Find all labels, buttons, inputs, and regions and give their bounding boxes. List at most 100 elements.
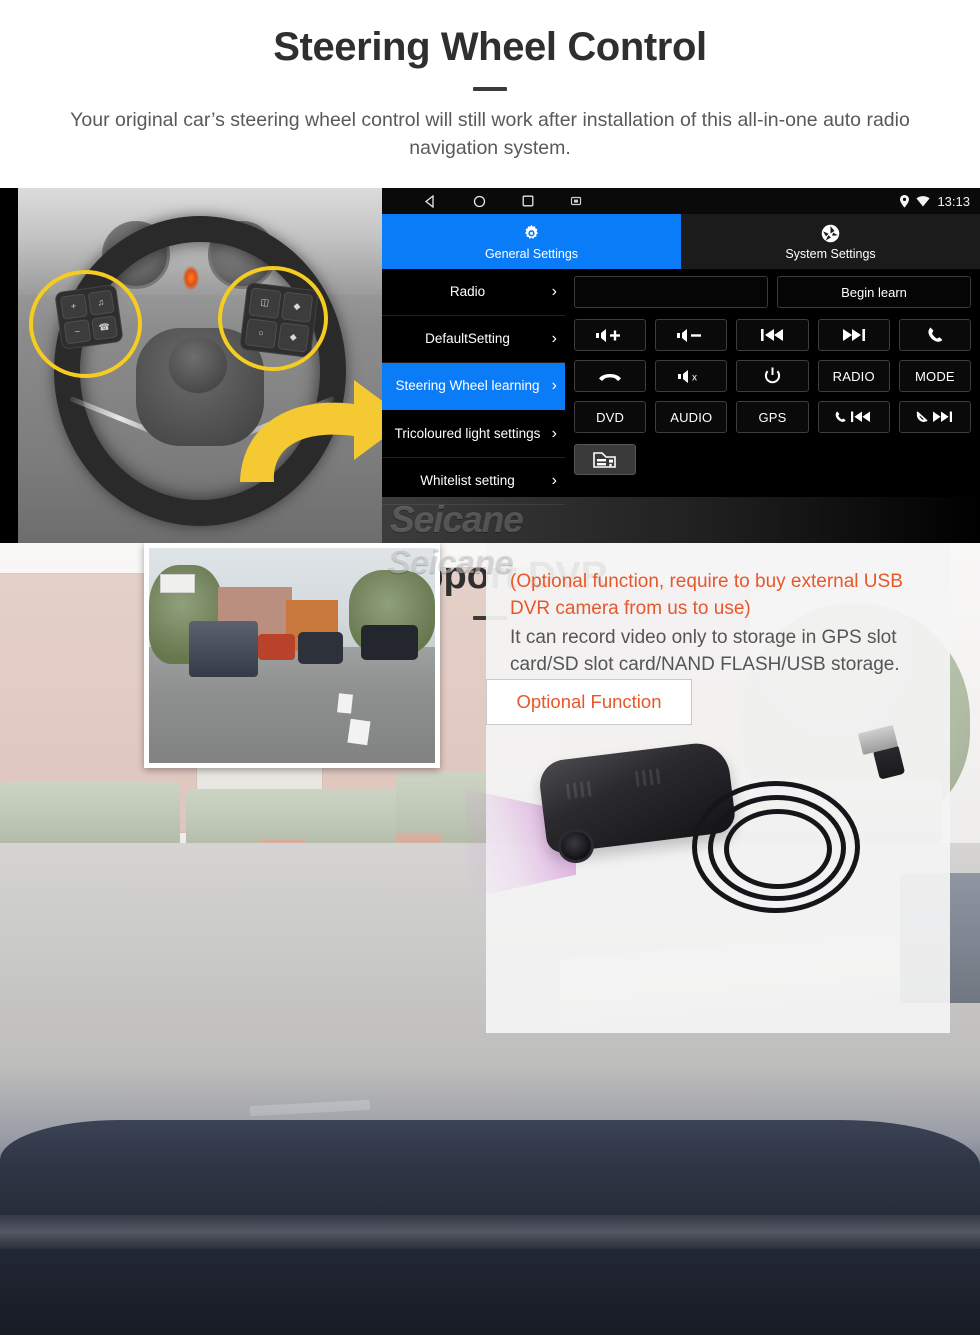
tab-system-settings[interactable]: System Settings (681, 214, 980, 269)
inset-road-sign (160, 573, 195, 594)
home-circle-icon[interactable] (473, 195, 486, 208)
menu-item-steering-wheel-learning[interactable]: Steering Wheel learning › (382, 363, 565, 410)
volume-mute-button[interactable]: x (655, 360, 728, 392)
title-divider (473, 87, 507, 91)
svg-text:x: x (692, 372, 697, 383)
location-pin-icon (900, 194, 910, 208)
learn-controls-row: Begin learn (574, 276, 971, 308)
camera-vent (648, 769, 654, 786)
camera-vent (641, 769, 647, 787)
chevron-right-icon: › (551, 282, 557, 300)
camera-vent (572, 782, 578, 799)
phone-hangup-button[interactable] (574, 360, 647, 392)
product-feature-page: Steering Wheel Control Your original car… (0, 0, 980, 1335)
function-button-grid: x RADIO MODE DVD AUDIO GPS (574, 319, 971, 433)
chevron-right-icon: › (551, 471, 557, 489)
phone-previous-button[interactable] (817, 401, 890, 433)
menu-item-label: Radio (449, 284, 486, 300)
camera-vent (634, 770, 640, 787)
volume-down-button[interactable] (655, 319, 728, 351)
android-status-bar: 13:13 (382, 188, 980, 214)
inset-suv (189, 621, 258, 677)
wifi-icon (916, 195, 931, 206)
phone-previous-icon (835, 411, 870, 422)
steering-wheel-photo: + ♫ – ☎ ◫ ◆ ○ ◆ (18, 188, 382, 543)
inset-black-car (360, 625, 418, 660)
android-head-unit-screen: 13:13 General Settings System Settings R… (382, 188, 980, 543)
menu-item-default-setting[interactable]: DefaultSetting › (382, 316, 565, 363)
previous-track-button[interactable] (736, 319, 809, 351)
tab-general-settings[interactable]: General Settings (382, 214, 681, 269)
page-title: Steering Wheel Control (273, 25, 707, 69)
chevron-right-icon: › (551, 424, 557, 442)
camera-vent (579, 781, 585, 798)
back-triangle-icon[interactable] (424, 194, 437, 208)
mode-button[interactable]: MODE (898, 360, 971, 392)
camera-vent (655, 768, 661, 785)
inset-dark-car (297, 631, 344, 665)
chevron-right-icon: › (551, 329, 557, 347)
camera-vent (565, 783, 571, 800)
gps-button[interactable]: GPS (736, 401, 809, 433)
menu-item-label: Steering Wheel learning (395, 378, 540, 394)
inset-red-car (257, 634, 295, 660)
highlight-circle-right (218, 266, 328, 371)
dvr-info-card: (Optional function, require to buy exter… (466, 543, 950, 1033)
highlight-circle-left (29, 270, 142, 378)
pinwheel-icon (821, 224, 840, 242)
audio-button[interactable]: AUDIO (655, 401, 728, 433)
navigation-bar (382, 194, 582, 208)
screenshot-icon[interactable] (570, 195, 582, 207)
status-indicators: 13:13 (900, 188, 970, 214)
steering-learning-pad: Begin learn x RADIO MODE DVD AUDIO GPS (565, 269, 980, 543)
volume-mute-icon: x (678, 369, 697, 383)
tab-system-settings-label: System Settings (785, 246, 876, 261)
yellow-arrow-icon (240, 380, 382, 482)
phone-hangup-icon (599, 374, 622, 381)
settings-menu-list: Radio › DefaultSetting › Steering Wheel … (382, 269, 565, 543)
volume-up-button[interactable] (574, 319, 647, 351)
airbag-emblem (168, 336, 228, 394)
menu-item-label: Tricoloured light settings (394, 425, 541, 441)
inset-lane-dash-1 (336, 693, 354, 715)
dvd-button[interactable]: DVD (574, 401, 647, 433)
clock-time: 13:13 (937, 193, 970, 209)
tab-general-settings-label: General Settings (484, 246, 579, 261)
learn-status-field[interactable] (574, 276, 768, 308)
volume-up-icon (596, 328, 621, 342)
next-track-button[interactable] (817, 319, 890, 351)
phone-reject-next-button[interactable] (898, 401, 971, 433)
radio-button[interactable]: RADIO (817, 360, 890, 392)
gear-icon (525, 224, 538, 239)
phone-answer-button[interactable] (898, 319, 971, 351)
recents-square-icon[interactable] (522, 195, 534, 207)
section-subtitle: Your original car’s steering wheel contr… (70, 109, 910, 159)
settings-tabs: General Settings System Settings (382, 214, 980, 269)
car-settings-button[interactable] (574, 444, 636, 475)
phone-answer-icon (928, 327, 943, 342)
power-button[interactable] (736, 360, 809, 392)
inset-lane-dash-2 (347, 718, 371, 745)
previous-track-icon (761, 329, 784, 341)
menu-item-tricoloured-light-settings[interactable]: Tricoloured light settings › (382, 410, 565, 458)
dashboard-sheen (0, 1215, 980, 1249)
next-track-icon (842, 329, 865, 341)
phone-reject-next-icon (916, 411, 952, 423)
settings-content: Radio › DefaultSetting › Steering Wheel … (382, 269, 980, 543)
volume-down-icon (677, 328, 702, 342)
dashcam-preview-inset (144, 543, 440, 768)
chevron-right-icon: › (551, 376, 557, 394)
power-icon (764, 367, 781, 384)
menu-item-whitelist-setting[interactable]: Whitelist setting › (382, 458, 565, 505)
dvr-storage-note: It can record video only to storage in G… (510, 626, 900, 675)
dvr-info-text: (Optional function, require to buy exter… (486, 543, 950, 679)
menu-item-radio[interactable]: Radio › (382, 269, 565, 316)
optional-function-button[interactable]: Optional Function (486, 678, 692, 725)
steering-section-header: Steering Wheel Control Your original car… (0, 0, 980, 188)
dvr-optional-note: (Optional function, require to buy exter… (510, 571, 903, 619)
menu-item-label: DefaultSetting (425, 331, 510, 347)
camera-vent (586, 780, 592, 797)
usb-cable-coil-inner (724, 809, 832, 889)
begin-learn-button[interactable]: Begin learn (777, 276, 971, 308)
car-front-icon (593, 451, 616, 468)
